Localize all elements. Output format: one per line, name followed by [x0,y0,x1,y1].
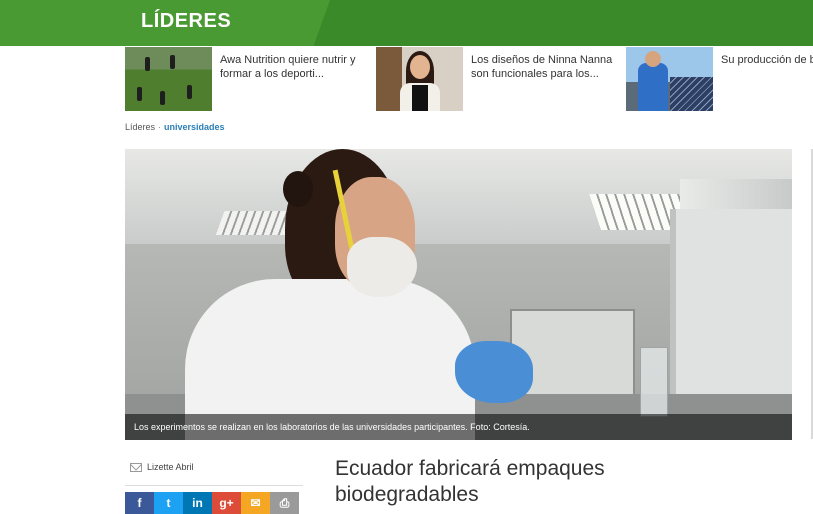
breadcrumb-separator: · [158,122,162,132]
mail-icon [130,462,142,472]
breadcrumb-home[interactable]: Líderes [125,122,155,132]
related-article-title[interactable]: Awa Nutrition quiere nutrir y formar a l… [212,47,362,111]
breadcrumb-current[interactable]: universidades [164,122,225,132]
share-buttons: f t in g+ ✉ ⎙ [125,492,299,514]
person-figure [187,85,192,99]
researcher-glove [455,341,533,403]
related-article-thumbnail[interactable] [376,47,463,111]
related-article-title[interactable]: Los diseños de Ninna Nanna son funcional… [463,47,613,111]
portrait-body [638,63,668,111]
solar-panel [670,77,713,111]
mail-share-button[interactable]: ✉ [241,492,270,514]
googleplus-share-button[interactable]: g+ [212,492,241,514]
related-article-card[interactable]: Awa Nutrition quiere nutrir y formar a l… [125,47,362,111]
person-figure [160,91,165,105]
facebook-share-button[interactable]: f [125,492,154,514]
related-article-card[interactable]: Su producción de b orgánico usa energ [626,47,813,111]
researcher-hair-bun [283,171,313,207]
author-divider [125,485,303,486]
related-article-title[interactable]: Su producción de b orgánico usa energ [713,47,813,111]
person-figure [145,57,150,71]
related-articles-strip: Awa Nutrition quiere nutrir y formar a l… [125,47,813,111]
related-article-thumbnail[interactable] [626,47,713,111]
related-article-thumbnail[interactable] [125,47,212,111]
breadcrumb: Líderes · universidades [125,122,225,132]
portrait-top [412,85,428,111]
portrait-face [645,51,661,67]
related-article-card[interactable]: Los diseños de Ninna Nanna son funcional… [376,47,613,111]
print-button[interactable]: ⎙ [270,492,299,514]
site-header: LÍDERES [0,0,813,46]
image-caption: Los experimentos se realizan en los labo… [125,414,792,440]
linkedin-share-button[interactable]: in [183,492,212,514]
author-name[interactable]: Lizette Abril [147,462,194,472]
beaker [640,347,668,417]
person-figure [170,55,175,69]
twitter-share-button[interactable]: t [154,492,183,514]
ceiling-light [215,211,295,235]
portrait-face [410,55,430,79]
site-logo[interactable]: LÍDERES [141,10,231,33]
article-headline: Ecuador fabricará empaques biodegradable… [335,457,605,506]
person-figure [137,87,142,101]
author-byline: Lizette Abril [130,462,194,472]
article-hero-image: Los experimentos se realizan en los labo… [125,149,792,440]
